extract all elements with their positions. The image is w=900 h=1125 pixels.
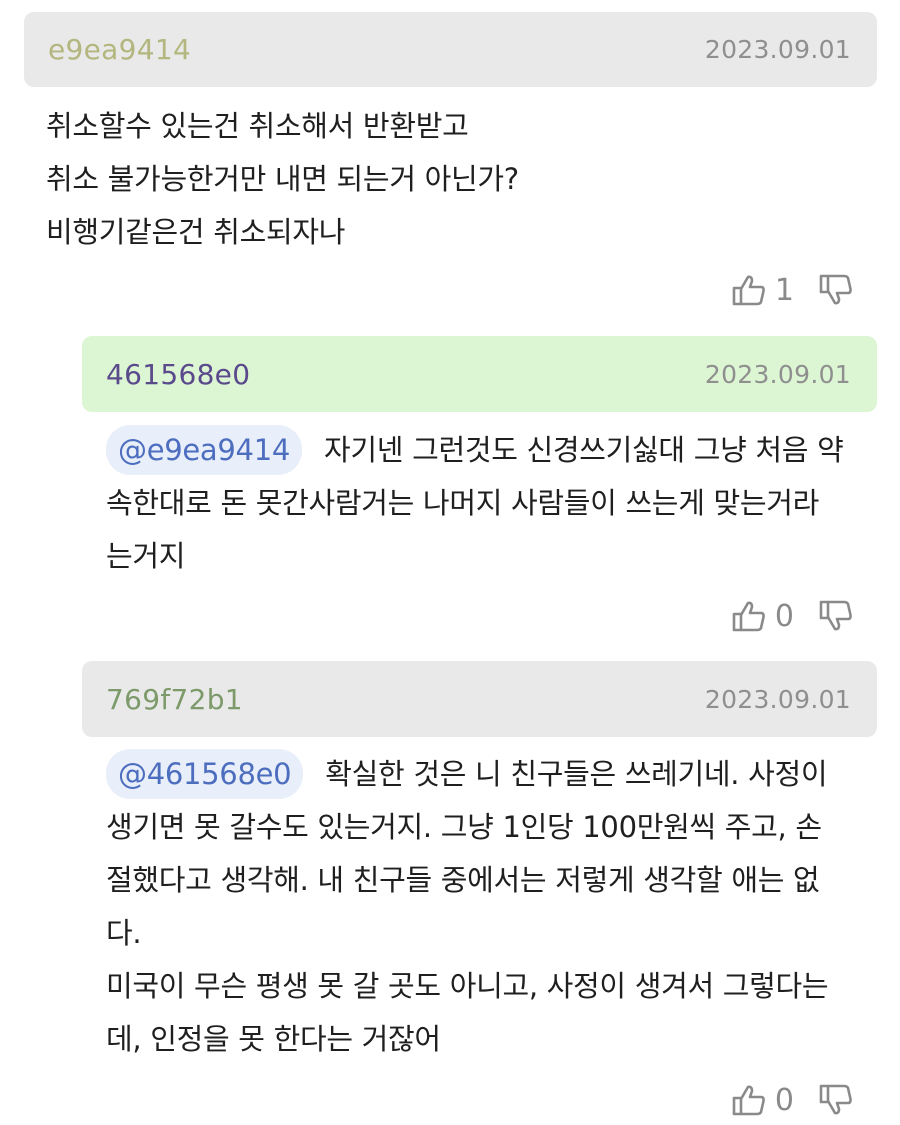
reply-body: @461568e0 확실한 것은 니 친구들은 쓰레기네. 사정이 생기면 못 갈… bbox=[106, 748, 829, 1066]
reply-text-line: 다. bbox=[106, 916, 142, 950]
reply-text-line: 속한대로 돈 못간사람거는 나머지 사람들이 쓰는게 맞는거라 bbox=[106, 486, 820, 520]
thumbs-up-icon[interactable] bbox=[731, 272, 767, 308]
comment-text-line: 비행기같은건 취소되자나 bbox=[46, 215, 346, 249]
thumbs-up-icon[interactable] bbox=[731, 1082, 767, 1118]
comment-date: 2023.09.01 bbox=[704, 35, 851, 64]
reply-text-line: @461568e0 확실한 것은 니 친구들은 쓰레기네. 사정이 bbox=[106, 748, 828, 801]
reply-text-line: @e9ea9414 자기넨 그런것도 신경쓰기싫대 그냥 처음 약 bbox=[106, 424, 844, 477]
like-count: 0 bbox=[774, 1082, 794, 1118]
reply-text-line: 는거지 bbox=[106, 539, 186, 573]
reply-date: 2023.09.01 bbox=[704, 684, 851, 714]
comment-body: 취소할수 있는건 취소해서 반환받고 취소 불가능한거만 내면 되는거 아닌가?… bbox=[46, 100, 519, 259]
reply-date: 2023.09.01 bbox=[704, 359, 851, 389]
reply-text-line: 미국이 무슨 평생 못 갈 곳도 아니고, 사정이 생겨서 그렇다는 bbox=[106, 969, 829, 1003]
thumbs-down-icon[interactable] bbox=[818, 272, 854, 308]
reply-author[interactable]: 461568e0 bbox=[106, 358, 250, 391]
thumbs-down-icon[interactable] bbox=[818, 1082, 854, 1118]
reply-text-line: 생기면 못 갈수도 있는거지. 그냥 1인당 100만원씩 주고, 손 bbox=[106, 810, 822, 844]
thumbs-up-icon[interactable] bbox=[731, 598, 767, 634]
reply-text-line: 절했다고 생각해. 내 친구들 중에서는 저렇게 생각할 애는 없 bbox=[106, 863, 820, 897]
vote-bar: 0 bbox=[731, 1082, 854, 1118]
mention-tag[interactable]: @e9ea9414 bbox=[106, 425, 303, 475]
comment-text-line: 취소 불가능한거만 내면 되는거 아닌가? bbox=[46, 162, 519, 196]
vote-bar: 0 bbox=[731, 598, 854, 634]
reply-text-line: 데, 인정을 못 한다는 거잖어 bbox=[106, 1022, 441, 1056]
comment-author[interactable]: e9ea9414 bbox=[48, 33, 191, 66]
reply-author[interactable]: 769f72b1 bbox=[106, 683, 243, 716]
comment-header: e9ea9414 2023.09.01 bbox=[24, 12, 877, 87]
comment-text-line: 취소할수 있는건 취소해서 반환받고 bbox=[46, 109, 469, 143]
like-count: 1 bbox=[774, 272, 794, 308]
like-count: 0 bbox=[774, 598, 794, 634]
reply-header: 769f72b1 2023.09.01 bbox=[82, 661, 877, 737]
thumbs-down-icon[interactable] bbox=[818, 598, 854, 634]
reply-header: 461568e0 2023.09.01 bbox=[82, 336, 877, 412]
mention-tag[interactable]: @461568e0 bbox=[106, 749, 304, 799]
reply-body: @e9ea9414 자기넨 그런것도 신경쓰기싫대 그냥 처음 약 속한대로 돈 … bbox=[106, 424, 844, 583]
vote-bar: 1 bbox=[731, 272, 854, 308]
